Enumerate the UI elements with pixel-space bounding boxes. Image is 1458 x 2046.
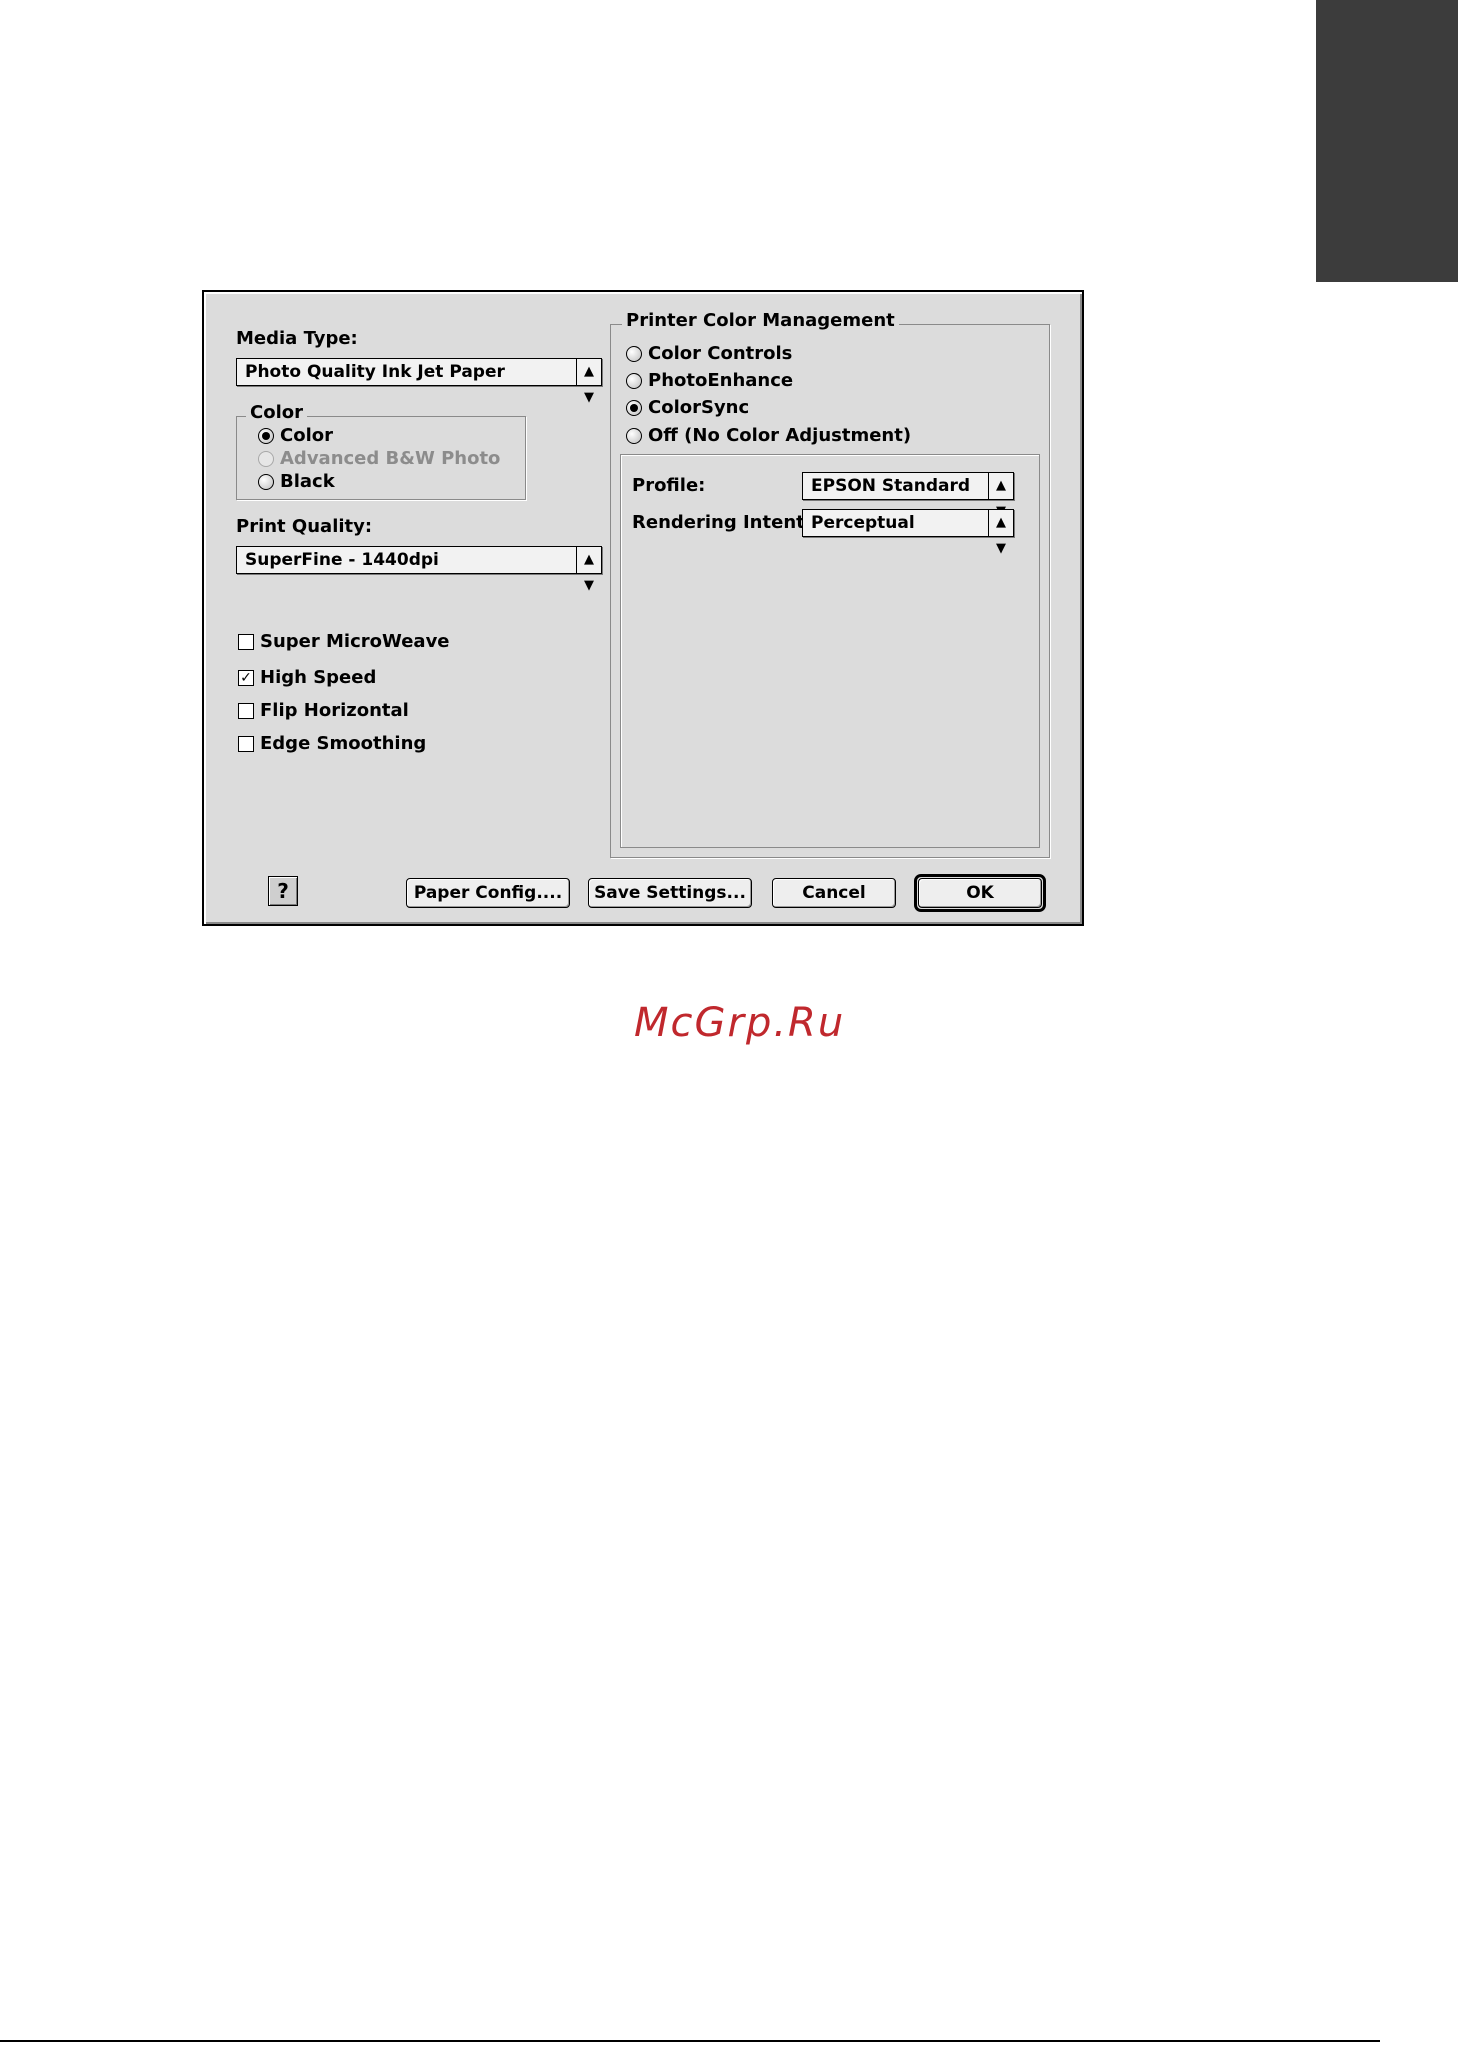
popup-arrows-icon: ▲▼: [988, 510, 1013, 556]
paper-config-button[interactable]: Paper Config....: [406, 878, 570, 908]
color-radio-label: Color: [280, 425, 333, 446]
color-radio[interactable]: [258, 428, 274, 444]
print-quality-popup[interactable]: SuperFine - 1440dpi ▲ ▼: [236, 546, 602, 593]
advanced-bw-label: Advanced B&W Photo: [280, 448, 501, 469]
printer-color-management-title: Printer Color Management: [622, 310, 899, 332]
question-mark-icon: ?: [277, 879, 289, 903]
print-quality-value: SuperFine - 1440dpi: [245, 550, 439, 570]
color-controls-radio[interactable]: [626, 346, 642, 362]
print-quality-label: Print Quality:: [236, 516, 373, 537]
media-type-popup[interactable]: Photo Quality Ink Jet Paper ▲ ▼: [236, 358, 602, 405]
photoenhance-label: PhotoEnhance: [648, 370, 794, 391]
high-speed-checkbox[interactable]: ✓: [238, 670, 254, 686]
super-microweave-checkbox[interactable]: [238, 634, 254, 650]
rendering-intent-label: Rendering Intent:: [632, 512, 812, 533]
profile-label: Profile:: [632, 475, 706, 496]
page-bottom-rule: [0, 2040, 1380, 2042]
high-speed-label: High Speed: [260, 667, 377, 688]
rendering-intent-value: Perceptual: [811, 513, 915, 533]
media-type-label: Media Type:: [236, 328, 358, 349]
black-radio-label: Black: [280, 471, 335, 492]
popup-arrows-icon: ▲▼: [988, 473, 1013, 519]
media-type-value: Photo Quality Ink Jet Paper: [245, 362, 505, 382]
black-radio[interactable]: [258, 474, 274, 490]
help-button[interactable]: ?: [268, 876, 298, 906]
watermark-text: McGrp.Ru: [634, 1000, 846, 1046]
ok-button[interactable]: OK: [918, 878, 1042, 908]
edge-smoothing-label: Edge Smoothing: [260, 733, 427, 754]
colorsync-radio[interactable]: [626, 400, 642, 416]
cancel-button[interactable]: Cancel: [772, 878, 896, 908]
checkmark-icon: ✓: [240, 670, 252, 686]
print-settings-dialog: Media Type: Photo Quality Ink Jet Paper …: [202, 290, 1084, 926]
color-controls-label: Color Controls: [648, 343, 793, 364]
edge-smoothing-checkbox[interactable]: [238, 736, 254, 752]
rendering-intent-popup[interactable]: Perceptual ▲ ▼: [802, 509, 1014, 556]
profile-popup[interactable]: EPSON Standard ▲▼: [802, 472, 1014, 519]
save-settings-button[interactable]: Save Settings...: [588, 878, 752, 908]
popup-arrows-icon: ▲▼: [576, 547, 601, 593]
flip-horizontal-checkbox[interactable]: [238, 703, 254, 719]
page-tab-marker: [1316, 0, 1458, 282]
flip-horizontal-label: Flip Horizontal: [260, 700, 409, 721]
profile-value: EPSON Standard: [811, 476, 971, 496]
advanced-bw-radio: [258, 451, 274, 467]
popup-arrows-icon: ▲▼: [576, 359, 601, 405]
color-group-title: Color: [246, 402, 307, 424]
off-no-adjustment-label: Off (No Color Adjustment): [648, 425, 912, 446]
photoenhance-radio[interactable]: [626, 373, 642, 389]
colorsync-label: ColorSync: [648, 397, 750, 418]
super-microweave-label: Super MicroWeave: [260, 631, 450, 652]
off-no-adjustment-radio[interactable]: [626, 428, 642, 444]
